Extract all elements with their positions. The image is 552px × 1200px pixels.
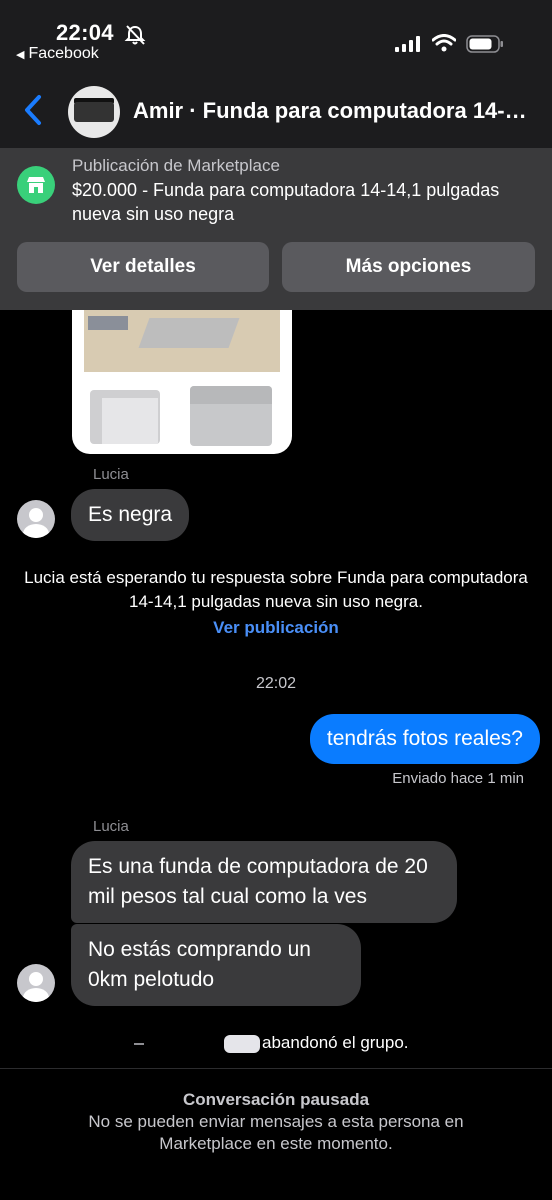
message-bubble[interactable]: Es una funda de computadora de 20 mil pe… [71, 841, 457, 923]
message-bubble[interactable]: Es negra [71, 489, 190, 541]
status-time: 22:04 [56, 20, 114, 45]
sender-name: Lucia [93, 466, 129, 483]
shared-product-image[interactable] [72, 310, 292, 454]
view-details-button[interactable]: Ver detalles [17, 242, 269, 292]
status-bar: 22:04 ◀ Facebook [0, 0, 552, 72]
avatar[interactable] [17, 964, 55, 1002]
more-options-button[interactable]: Más opciones [282, 242, 535, 292]
back-chevron-icon[interactable] [22, 94, 44, 126]
left-group-notice: abandonó el grupo. [100, 1033, 409, 1053]
sender-name: Lucia [93, 818, 129, 835]
divider [0, 1068, 552, 1069]
bell-muted-icon [124, 25, 146, 45]
back-app-label: Facebook [28, 45, 99, 62]
chat-header: Amir · Funda para computadora 14-14,1 pu… [0, 72, 552, 148]
cellular-signal-icon [395, 36, 420, 52]
marketplace-banner: Publicación de Marketplace $20.000 - Fun… [0, 148, 552, 310]
outgoing-message-bubble[interactable]: tendrás fotos reales? [309, 714, 540, 764]
left-group-text: abandonó el grupo. [262, 1033, 409, 1052]
back-to-app-link[interactable]: ◀ Facebook [16, 45, 99, 63]
message-timestamp: 22:02 [255, 675, 297, 692]
marketplace-label: Publicación de Marketplace [72, 156, 280, 175]
system-notice: Lucia está esperando tu respuesta sobre … [24, 568, 528, 611]
listing-avatar[interactable] [68, 86, 120, 138]
paused-title: Conversación pausada [182, 1090, 370, 1109]
message-bubble[interactable]: No estás comprando un 0km pelotudo [71, 924, 361, 1006]
battery-icon [466, 35, 503, 53]
marketplace-store-icon [17, 166, 55, 204]
sent-status: Enviado hace 1 min [392, 770, 524, 787]
conversation-title[interactable]: Amir · Funda para computadora 14-14,1 pu… [133, 98, 533, 124]
redacted-name [224, 1034, 260, 1053]
listing-title: $20.000 - Funda para computadora 14-14,1… [72, 180, 500, 224]
paused-text: No se pueden enviar mensajes a esta pers… [88, 1112, 464, 1153]
wifi-icon [432, 34, 456, 52]
view-listing-link[interactable]: Ver publicación [0, 618, 552, 638]
avatar[interactable] [17, 500, 55, 538]
